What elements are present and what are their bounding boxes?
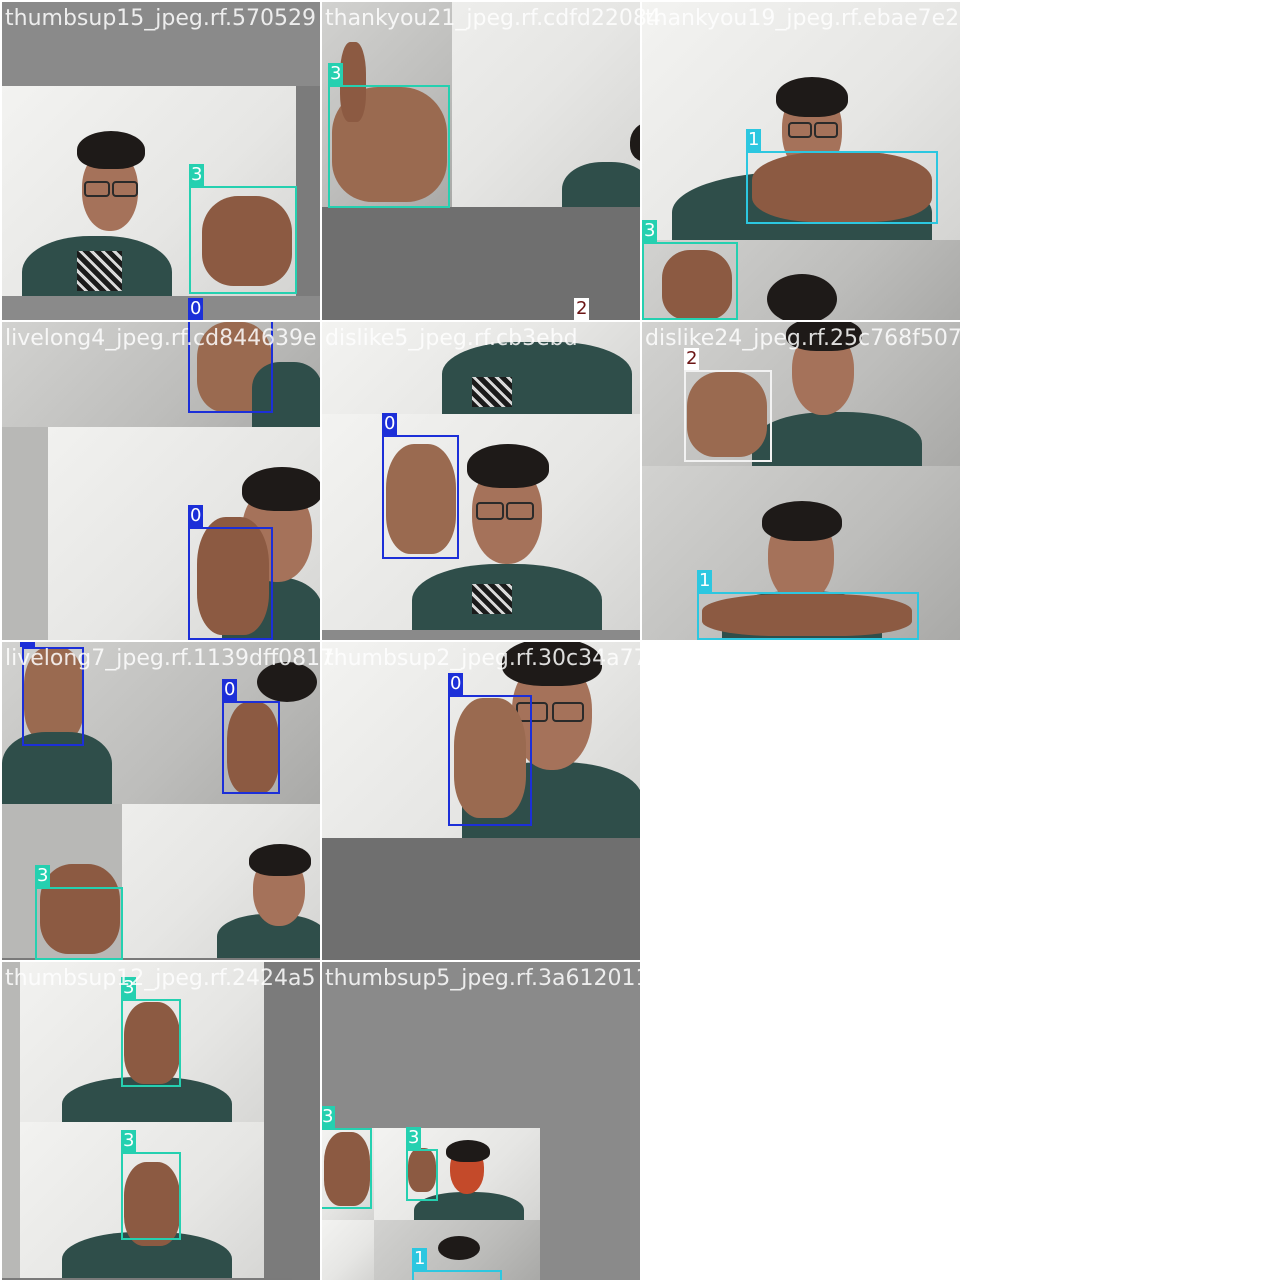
- photo-thumbsup-small: [374, 1128, 540, 1220]
- bbox-class-3: [121, 1152, 181, 1240]
- bbox-label: 3: [189, 164, 205, 186]
- bbox-class-3: [406, 1149, 438, 1201]
- bbox-class-0: [188, 322, 273, 413]
- bbox-class-3: [121, 999, 181, 1087]
- mosaic-tile-10: 3 3 1: [322, 962, 640, 1280]
- bbox-class-3: [328, 85, 450, 208]
- bbox-label: 3: [35, 865, 51, 887]
- bbox-label: 0: [448, 673, 464, 695]
- bbox-label: 1: [746, 129, 762, 151]
- mosaic-tile-1: 3: [2, 2, 320, 320]
- mosaic-tile-2: 3 2: [322, 2, 640, 320]
- mosaic-tile-5: 0: [322, 322, 640, 640]
- bbox-label: 0: [188, 505, 204, 527]
- bbox-class-1: [697, 592, 919, 640]
- bbox-class-0: [448, 695, 532, 826]
- bbox-label: 3: [642, 220, 658, 242]
- mosaic-tile-9: 3 3: [2, 962, 320, 1280]
- bbox-label: 1: [412, 1248, 428, 1270]
- mosaic-tile-7: 0 0 3: [2, 642, 320, 960]
- bbox-label: 3: [406, 1127, 422, 1149]
- bbox-class-2: [684, 370, 772, 462]
- bbox-label: 3: [328, 63, 344, 85]
- bbox-class-3: [642, 242, 738, 320]
- bbox-label: 0: [382, 413, 398, 435]
- bbox-label: 1: [697, 570, 713, 592]
- bbox-label: 2: [574, 298, 590, 320]
- bbox-class-1: [746, 151, 938, 224]
- bbox-class-3: [322, 1128, 372, 1209]
- bbox-class-3: [35, 887, 123, 960]
- mosaic-tile-6: 2 1: [642, 322, 960, 640]
- bbox-label: 3: [322, 1106, 336, 1128]
- mosaic-tile-8: 0: [322, 642, 640, 960]
- bbox-class-0: [382, 435, 459, 559]
- bbox-class-3: [189, 186, 297, 294]
- bbox-class-0: [222, 701, 280, 794]
- mosaic-tile-3: 1 3: [642, 2, 960, 320]
- bbox-class-1: [412, 1270, 502, 1280]
- bbox-label: 0: [20, 642, 36, 647]
- bbox-label: 3: [121, 977, 137, 999]
- bbox-label: 3: [121, 1130, 137, 1152]
- bbox-class-0: [188, 527, 273, 640]
- mosaic-tile-4: 0: [2, 322, 320, 640]
- photo-livelong-person: [322, 414, 640, 630]
- bbox-label: 2: [684, 348, 700, 370]
- bbox-class-0: [22, 647, 84, 746]
- photo-dislike-top: [322, 322, 640, 414]
- bbox-label: 0: [222, 679, 238, 701]
- bbox-label: 0: [188, 298, 204, 320]
